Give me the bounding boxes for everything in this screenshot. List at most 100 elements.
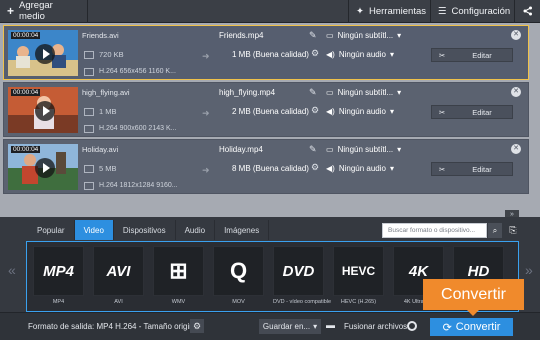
save-to-label: Guardar en...	[262, 322, 311, 331]
arrow-right-icon: ➜	[202, 165, 210, 175]
edit-button[interactable]: ✂ Editar	[431, 162, 513, 176]
play-icon[interactable]	[35, 101, 55, 121]
edit-label: Editar	[472, 107, 492, 117]
file-row[interactable]: 00:00:04 Holiday.avi 5 MB H.264 1812x128…	[3, 139, 529, 194]
tab-popular[interactable]: Popular	[28, 220, 75, 240]
pencil-icon[interactable]: ✎	[309, 87, 317, 98]
merge-files-toggle[interactable]	[407, 321, 417, 331]
edit-button[interactable]: ✂ Editar	[431, 105, 513, 119]
format-mp4[interactable]: MP4 MP4	[33, 246, 84, 310]
settings-label: Configuración	[451, 5, 511, 17]
share-button[interactable]	[514, 0, 540, 23]
output-filename[interactable]: high_flying.mp4	[219, 88, 275, 97]
source-size: 1 MB	[99, 107, 117, 116]
video-thumbnail[interactable]: 00:00:04	[8, 30, 78, 76]
search-icon[interactable]: ⌕	[488, 223, 502, 238]
tab-images[interactable]: Imágenes	[215, 220, 270, 240]
format-tabs: Popular Video Dispositivos Audio Imágene…	[28, 220, 270, 240]
convert-button[interactable]: ⟳ Convertir	[430, 318, 513, 336]
chevron-down-icon: ▾	[389, 50, 394, 59]
file-size-icon	[84, 108, 94, 116]
format-search-input[interactable]: Buscar formato o dispositivo...	[382, 223, 487, 238]
pencil-icon[interactable]: ✎	[309, 30, 317, 41]
pencil-icon[interactable]: ✎	[309, 144, 317, 155]
chevron-down-icon: ▾	[313, 322, 318, 331]
play-icon[interactable]	[35, 44, 55, 64]
subtitle-label: Ningún subtítl...	[337, 145, 394, 154]
output-format-label: Formato de salida: MP4 H.264 - Tamaño or…	[28, 322, 200, 331]
gear-icon[interactable]: ⚙	[311, 162, 319, 173]
audio-label: Ningún audio	[338, 50, 386, 59]
format-caption: MOV	[232, 299, 245, 305]
refresh-icon: ⟳	[442, 321, 452, 334]
source-codec-info: H.264 900x600 2143 K...	[99, 125, 177, 132]
merge-files-label: Fusionar archivos	[344, 322, 408, 331]
edit-button[interactable]: ✂ Editar	[431, 48, 513, 62]
video-info-icon	[84, 125, 94, 133]
add-media-label: Agregar medio	[19, 0, 53, 22]
subtitle-icon: ▭	[326, 88, 334, 97]
subtitle-dropdown[interactable]: ▭ Ningún subtítl... ▾	[326, 88, 401, 97]
video-thumbnail[interactable]: 00:00:04	[8, 144, 78, 190]
windows-logo-icon: ⊞	[153, 246, 204, 296]
save-to-dropdown[interactable]: Guardar en... ▾	[259, 319, 321, 334]
quicktime-logo-icon: Q	[213, 246, 264, 296]
gear-icon[interactable]: ⚙	[311, 105, 319, 116]
tools-button[interactable]: ✦ Herramientas	[348, 0, 430, 23]
subtitle-dropdown[interactable]: ▭ Ningún subtítl... ▾	[326, 31, 401, 40]
file-list: 00:00:04 Friends.avi 720 KB H.264 656x45…	[0, 23, 540, 223]
video-thumbnail[interactable]: 00:00:04	[8, 87, 78, 133]
audio-dropdown[interactable]: ◀) Ningún audio ▾	[326, 50, 394, 59]
folder-icon[interactable]: ▬	[326, 320, 335, 330]
chevron-down-icon: ▾	[389, 164, 394, 173]
chevron-down-icon: ▾	[397, 145, 402, 154]
speaker-icon: ◀)	[326, 164, 335, 173]
chevron-right-icon[interactable]: »	[525, 262, 533, 278]
format-mov[interactable]: Q MOV	[213, 246, 264, 310]
chevron-left-icon[interactable]: «	[8, 262, 16, 278]
settings-button[interactable]: ☰ Configuración	[430, 0, 514, 23]
gear-icon[interactable]: ⚙	[311, 48, 319, 59]
output-size: 8 MB (Buena calidad)	[232, 164, 309, 173]
chevron-down-icon: ▾	[397, 31, 402, 40]
speaker-icon: ◀)	[326, 107, 335, 116]
output-filename[interactable]: Holiday.mp4	[219, 145, 263, 154]
source-codec-info: H.264 1812x1284 9160...	[99, 182, 178, 189]
gear-icon[interactable]: ⚙	[190, 319, 204, 333]
add-media-button[interactable]: + Agregar medio	[0, 0, 88, 23]
subtitle-dropdown[interactable]: ▭ Ningún subtítl... ▾	[326, 145, 401, 154]
close-icon[interactable]: ✕	[511, 87, 521, 97]
audio-dropdown[interactable]: ◀) Ningún audio ▾	[326, 107, 394, 116]
arrow-right-icon: ➜	[202, 51, 210, 61]
convert-label: Convertir	[455, 321, 501, 333]
close-icon[interactable]: ✕	[511, 144, 521, 154]
device-detect-icon[interactable]: ⎘	[506, 223, 520, 238]
duration-badge: 00:00:04	[11, 32, 41, 39]
top-toolbar: + Agregar medio ✦ Herramientas ☰ Configu…	[0, 0, 540, 23]
play-icon[interactable]	[35, 158, 55, 178]
output-size: 1 MB (Buena calidad)	[232, 50, 309, 59]
format-wmv[interactable]: ⊞ WMV	[153, 246, 204, 310]
subtitle-icon: ▭	[326, 145, 334, 154]
avi-logo: AVI	[93, 246, 144, 296]
format-caption: DVD - vídeo compatible	[273, 299, 332, 305]
format-hevc[interactable]: HEVC HEVC (H.265)	[333, 246, 384, 310]
tab-video[interactable]: Video	[74, 220, 114, 240]
tab-audio[interactable]: Audio	[176, 220, 216, 240]
output-filename[interactable]: Friends.mp4	[219, 31, 263, 40]
close-icon[interactable]: ✕	[511, 30, 521, 40]
file-row[interactable]: 00:00:04 Friends.avi 720 KB H.264 656x45…	[3, 25, 529, 80]
magic-wand-icon: ✦	[356, 5, 364, 17]
source-size: 5 MB	[99, 164, 117, 173]
format-dvd[interactable]: DVD DVD - vídeo compatible	[273, 246, 332, 310]
format-avi[interactable]: AVI AVI	[93, 246, 144, 310]
file-size-icon	[84, 51, 94, 59]
audio-dropdown[interactable]: ◀) Ningún audio ▾	[326, 164, 394, 173]
source-filename: high_flying.avi	[82, 88, 130, 97]
tab-devices[interactable]: Dispositivos	[114, 220, 176, 240]
file-row[interactable]: 00:00:04 high_flying.avi 1 MB H.264 900x…	[3, 82, 529, 137]
chevron-down-icon: ▾	[397, 88, 402, 97]
mp4-logo: MP4	[33, 246, 84, 296]
video-info-icon	[84, 68, 94, 76]
speaker-icon: ◀)	[326, 50, 335, 59]
